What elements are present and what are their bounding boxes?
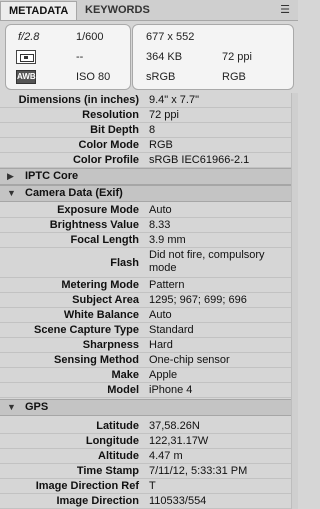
- row-brightness-value: Brightness Value 8.33: [0, 218, 298, 233]
- tab-bar: METADATA KEYWORDS ☰: [0, 0, 298, 21]
- field-label: Flash: [110, 257, 139, 269]
- field-label: Latitude: [96, 420, 139, 432]
- row-model: Model iPhone 4: [0, 383, 298, 398]
- field-value: 8: [149, 124, 156, 136]
- field-value: Auto: [149, 309, 172, 321]
- field-value: Standard: [149, 324, 194, 336]
- field-value: 37,58.26N: [149, 420, 200, 432]
- field-label: Make: [111, 369, 139, 381]
- field-value: 4.47 m: [149, 450, 183, 462]
- field-value: sRGB IEC61966-2.1: [149, 154, 250, 166]
- iso-value: ISO 80: [76, 71, 111, 83]
- field-value: 7/11/12, 5:33:31 PM: [149, 465, 248, 477]
- aperture-value: f/2.8: [18, 31, 40, 43]
- field-value: 8.33: [149, 219, 171, 231]
- section-gps[interactable]: ▼ GPS: [0, 399, 298, 416]
- row-color-profile: Color Profile sRGB IEC61966-2.1: [0, 153, 298, 168]
- field-label: Model: [107, 384, 139, 396]
- tab-metadata[interactable]: METADATA: [0, 1, 77, 20]
- file-resolution: 72 ppi: [222, 51, 252, 63]
- metadata-panel: METADATA KEYWORDS ☰ f/2.8 1/600 -- AWB I…: [0, 0, 298, 509]
- field-label: Image Direction Ref: [35, 480, 139, 492]
- field-label: Color Profile: [72, 154, 139, 166]
- field-label: Subject Area: [72, 294, 139, 306]
- section-title: GPS: [25, 401, 49, 413]
- field-label: Sensing Method: [54, 354, 139, 366]
- row-white-balance: White Balance Auto: [0, 308, 298, 323]
- field-value: 122,31.17W: [149, 435, 209, 447]
- field-label: White Balance: [63, 309, 139, 321]
- disclosure-expanded-icon[interactable]: ▼: [7, 186, 16, 201]
- row-bit-depth: Bit Depth 8: [0, 123, 298, 138]
- section-title: Camera Data (Exif): [25, 187, 123, 199]
- row-resolution: Resolution 72 ppi: [0, 108, 298, 123]
- row-exposure-mode: Exposure Mode Auto: [0, 203, 298, 218]
- disclosure-collapsed-icon[interactable]: ▶: [7, 169, 14, 184]
- field-label: Color Mode: [78, 139, 140, 151]
- field-value: iPhone 4: [149, 384, 193, 396]
- panel-menu-icon[interactable]: ☰: [278, 3, 292, 17]
- field-label: Brightness Value: [49, 219, 139, 231]
- field-value: Hard: [149, 339, 173, 351]
- field-label: Focal Length: [70, 234, 139, 246]
- row-time-stamp: Time Stamp 7/11/12, 5:33:31 PM: [0, 464, 298, 479]
- metering-value: --: [76, 51, 84, 63]
- scrollbar[interactable]: [291, 93, 298, 509]
- field-label: Sharpness: [82, 339, 139, 351]
- file-color-mode: RGB: [222, 71, 246, 83]
- field-label: Scene Capture Type: [34, 324, 139, 336]
- file-size: 364 KB: [146, 51, 183, 63]
- field-label: Longitude: [85, 435, 139, 447]
- field-label: Metering Mode: [61, 279, 139, 291]
- field-value: Did not fire, compulsory mode: [149, 249, 265, 274]
- field-value: One-chip sensor: [149, 354, 230, 366]
- tab-keywords[interactable]: KEYWORDS: [77, 1, 158, 20]
- section-iptc-core[interactable]: ▶ IPTC Core: [0, 168, 298, 185]
- row-color-mode: Color Mode RGB: [0, 138, 298, 153]
- field-label: Dimensions (in inches): [18, 94, 139, 106]
- file-color-profile: sRGB: [146, 71, 176, 83]
- metering-icon: [16, 50, 36, 64]
- field-value: T: [149, 480, 156, 492]
- section-camera-data[interactable]: ▼ Camera Data (Exif): [0, 185, 298, 202]
- row-focal-length: Focal Length 3.9 mm: [0, 233, 298, 248]
- field-value: Apple: [149, 369, 178, 381]
- row-image-direction-ref: Image Direction Ref T: [0, 479, 298, 494]
- field-value: 9.4" x 7.7": [149, 94, 200, 106]
- field-label: Bit Depth: [90, 124, 139, 136]
- field-label: Exposure Mode: [57, 204, 139, 216]
- row-scene-capture-type: Scene Capture Type Standard: [0, 323, 298, 338]
- white-balance-label: AWB: [17, 72, 36, 81]
- row-make: Make Apple: [0, 368, 298, 383]
- row-sensing-method: Sensing Method One-chip sensor: [0, 353, 298, 368]
- field-value: Auto: [149, 204, 172, 216]
- row-longitude: Longitude 122,31.17W: [0, 434, 298, 449]
- row-sharpness: Sharpness Hard: [0, 338, 298, 353]
- camera-summary-box: f/2.8 1/600 -- AWB ISO 80: [5, 24, 131, 90]
- disclosure-expanded-icon[interactable]: ▼: [7, 400, 16, 415]
- field-label: Time Stamp: [76, 465, 139, 477]
- row-dimensions-inches: Dimensions (in inches) 9.4" x 7.7": [0, 93, 298, 108]
- field-value: 3.9 mm: [149, 234, 186, 246]
- section-title: IPTC Core: [25, 170, 79, 182]
- row-altitude: Altitude 4.47 m: [0, 449, 298, 464]
- row-metering-mode: Metering Mode Pattern: [0, 278, 298, 293]
- file-summary-box: 677 x 552 364 KB 72 ppi sRGB RGB: [132, 24, 294, 90]
- field-label: Resolution: [82, 109, 139, 121]
- field-label: Image Direction: [56, 495, 139, 507]
- summary-area: f/2.8 1/600 -- AWB ISO 80 677 x 552 364 …: [0, 21, 298, 93]
- shutter-value: 1/600: [76, 31, 104, 43]
- field-value: 72 ppi: [149, 109, 179, 121]
- row-image-direction: Image Direction 110533/554: [0, 494, 298, 509]
- field-label: Altitude: [98, 450, 139, 462]
- field-value: 1295; 967; 699; 696: [149, 294, 247, 306]
- white-balance-icon: AWB: [16, 70, 36, 84]
- row-subject-area: Subject Area 1295; 967; 699; 696: [0, 293, 298, 308]
- row-flash: Flash Did not fire, compulsory mode: [0, 248, 298, 278]
- field-value: RGB: [149, 139, 173, 151]
- file-dimensions: 677 x 552: [146, 31, 195, 43]
- field-value: 110533/554: [149, 495, 207, 507]
- row-latitude: Latitude 37,58.26N: [0, 419, 298, 434]
- field-value: Pattern: [149, 279, 185, 291]
